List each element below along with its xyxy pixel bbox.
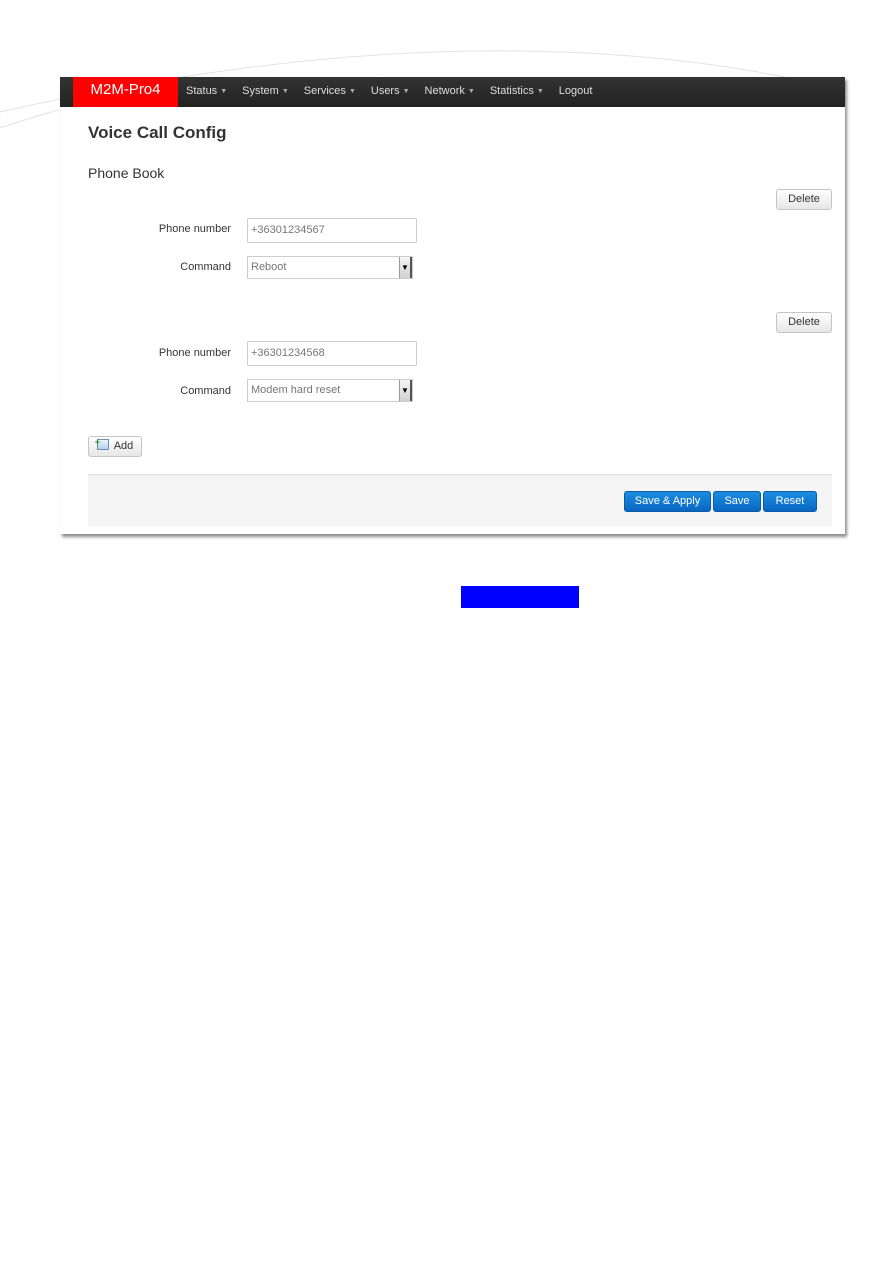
nav-item-label: Status — [186, 85, 218, 97]
nav-item-label: Network — [424, 85, 465, 97]
nav-item-label: Logout — [558, 85, 593, 97]
nav-item-statistics[interactable]: Statistics ▼ — [490, 77, 544, 107]
save-button[interactable]: Save — [713, 491, 761, 512]
command-select-value: Modem hard reset — [251, 384, 341, 396]
highlight-block — [461, 586, 579, 608]
nav-item-label: Statistics — [489, 85, 534, 97]
command-label: Command — [180, 385, 231, 397]
nav-item-logout[interactable]: Logout — [559, 77, 593, 107]
brand-logo[interactable]: M2M-Pro4 — [73, 77, 178, 107]
nav-item-label: System — [242, 85, 279, 97]
add-button[interactable]: Add — [88, 433, 142, 457]
command-select[interactable]: Reboot ▼ — [247, 256, 413, 279]
command-label: Command — [180, 261, 231, 273]
section-title: Phone Book — [88, 165, 165, 181]
nav-item-services[interactable]: Services ▼ — [304, 77, 356, 107]
nav-item-label: Users — [370, 85, 400, 97]
nav-item-system[interactable]: System ▼ — [242, 77, 289, 107]
nav-menu: Status ▼ System ▼ Services ▼ Users ▼ Network… — [186, 77, 607, 107]
dropdown-arrow-icon[interactable]: ▼ — [399, 380, 412, 401]
save-apply-button[interactable]: Save & Apply — [624, 491, 711, 512]
phone-number-label: Phone number — [158, 223, 231, 235]
add-entry-icon — [95, 433, 109, 452]
caret-down-icon: ▼ — [281, 88, 289, 95]
caret-down-icon: ▼ — [467, 88, 475, 95]
command-select[interactable]: Modem hard reset ▼ — [247, 379, 413, 402]
phone-number-input[interactable] — [247, 218, 417, 243]
delete-button[interactable]: Delete — [776, 312, 832, 333]
add-button-label: Add — [113, 440, 134, 452]
caret-down-icon: ▼ — [536, 88, 544, 95]
page-title: Voice Call Config — [88, 123, 227, 142]
caret-down-icon: ▼ — [348, 88, 356, 95]
reset-button[interactable]: Reset — [763, 491, 817, 512]
app-window: M2M-Pro4 Status ▼ System ▼ Services ▼ Users… — [60, 77, 845, 534]
dropdown-arrow-icon[interactable]: ▼ — [399, 257, 412, 278]
phone-number-input[interactable] — [247, 341, 417, 366]
caret-down-icon: ▼ — [220, 88, 228, 95]
nav-item-label: Services — [303, 85, 346, 97]
delete-button[interactable]: Delete — [776, 189, 832, 210]
command-select-value: Reboot — [251, 261, 287, 273]
nav-item-users[interactable]: Users ▼ — [371, 77, 410, 107]
phone-number-label: Phone number — [158, 347, 231, 359]
navbar: M2M-Pro4 Status ▼ System ▼ Services ▼ Users… — [60, 77, 845, 107]
nav-item-status[interactable]: Status ▼ — [186, 77, 227, 107]
form-actions: Save & Apply Save Reset — [88, 474, 832, 526]
nav-item-network[interactable]: Network ▼ — [425, 77, 475, 107]
caret-down-icon: ▼ — [402, 88, 410, 95]
